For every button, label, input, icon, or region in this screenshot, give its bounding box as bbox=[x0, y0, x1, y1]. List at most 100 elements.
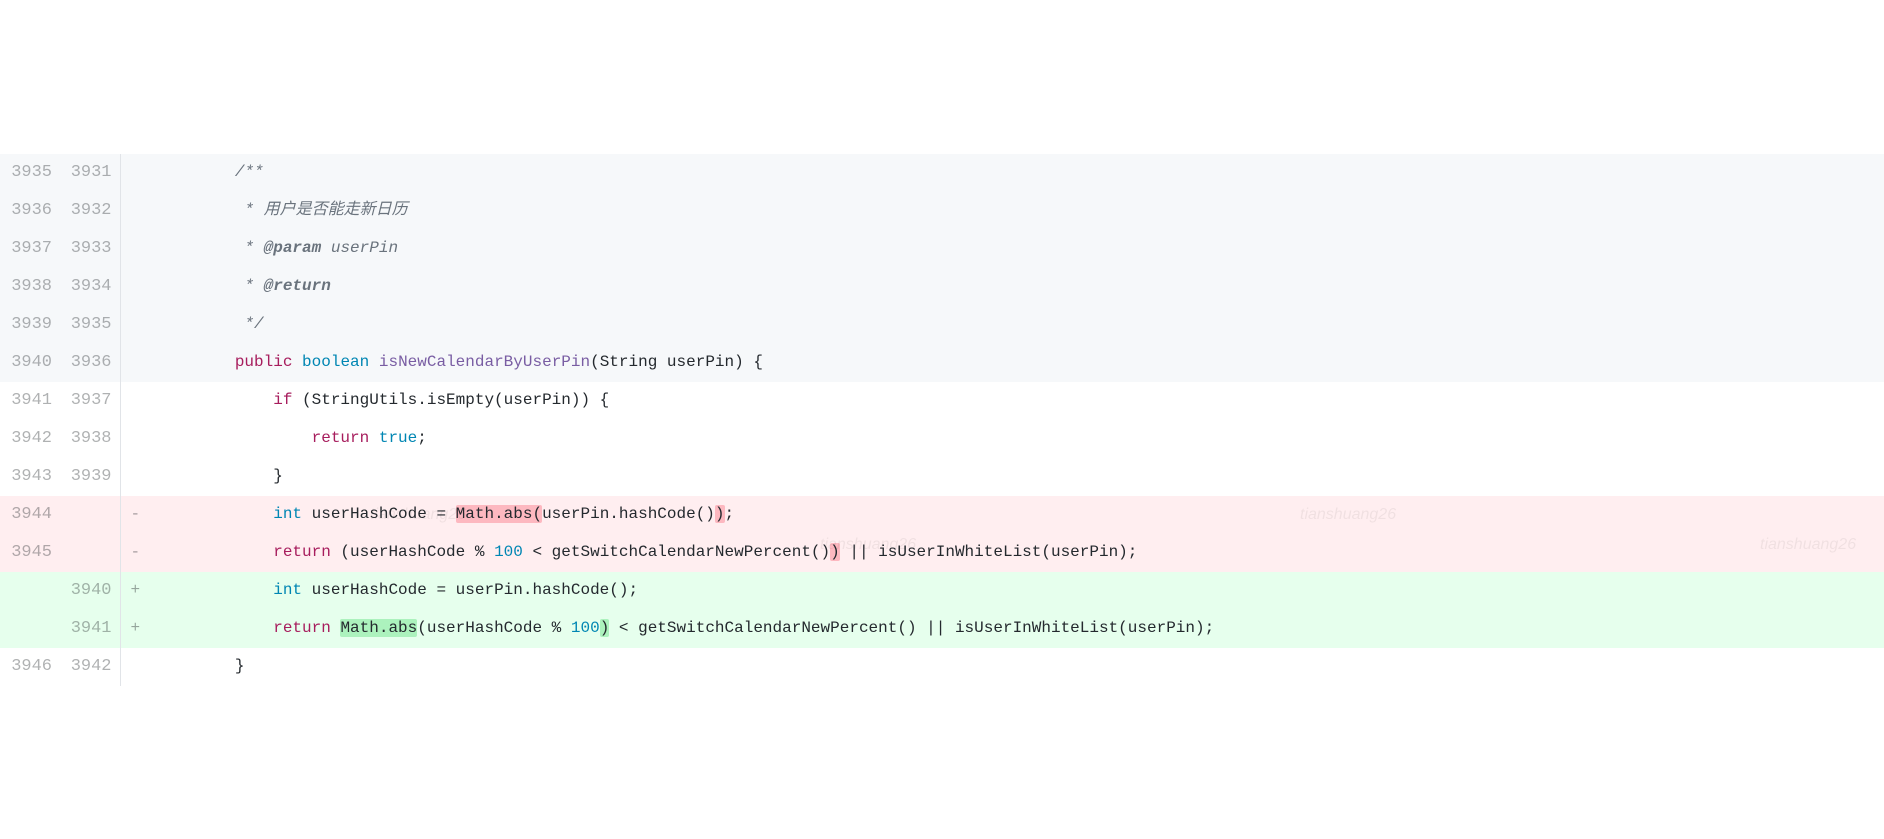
old-line-number[interactable]: 3935 bbox=[0, 154, 60, 192]
old-line-number[interactable]: 3944 bbox=[0, 496, 60, 534]
new-line-number[interactable] bbox=[60, 534, 120, 572]
code-token bbox=[369, 353, 379, 371]
code-content[interactable]: } bbox=[150, 458, 1884, 496]
code-token: if bbox=[273, 391, 292, 409]
code-token bbox=[158, 315, 244, 333]
code-token: userHashCode = bbox=[302, 505, 456, 523]
diff-line: 39433939 } bbox=[0, 458, 1884, 496]
diff-line: 39383934 * @return bbox=[0, 268, 1884, 306]
code-token bbox=[158, 277, 244, 295]
code-content[interactable]: int userHashCode = Math.abs(userPin.hash… bbox=[150, 496, 1884, 534]
new-line-number[interactable]: 3941 bbox=[60, 610, 120, 648]
code-content[interactable]: } bbox=[150, 648, 1884, 686]
new-line-number[interactable]: 3940 bbox=[60, 572, 120, 610]
new-line-number[interactable]: 3942 bbox=[60, 648, 120, 686]
code-token: */ bbox=[244, 315, 263, 333]
old-line-number[interactable] bbox=[0, 610, 60, 648]
diff-sign bbox=[120, 154, 150, 192]
diff-line: 39373933 * @param userPin bbox=[0, 230, 1884, 268]
new-line-number[interactable]: 3934 bbox=[60, 268, 120, 306]
old-line-number[interactable]: 3940 bbox=[0, 344, 60, 382]
diff-sign bbox=[120, 306, 150, 344]
code-token bbox=[369, 429, 379, 447]
code-content[interactable]: return Math.abs(userHashCode % 100) < ge… bbox=[150, 610, 1884, 648]
code-token bbox=[158, 581, 273, 599]
code-content[interactable]: public boolean isNewCalendarByUserPin(St… bbox=[150, 344, 1884, 382]
new-line-number[interactable]: 3939 bbox=[60, 458, 120, 496]
code-token bbox=[158, 353, 235, 371]
diff-sign: - bbox=[120, 496, 150, 534]
code-token: } bbox=[158, 467, 283, 485]
diff-line: 39423938 return true; bbox=[0, 420, 1884, 458]
old-line-number[interactable]: 3939 bbox=[0, 306, 60, 344]
code-token: userHashCode = userPin.hashCode(); bbox=[302, 581, 638, 599]
code-token: ) bbox=[715, 505, 725, 523]
code-content[interactable]: * @return bbox=[150, 268, 1884, 306]
diff-line: 39393935 */ bbox=[0, 306, 1884, 344]
diff-sign bbox=[120, 458, 150, 496]
code-token: return bbox=[273, 619, 331, 637]
code-content[interactable]: */ bbox=[150, 306, 1884, 344]
diff-sign bbox=[120, 268, 150, 306]
code-token: return bbox=[273, 543, 331, 561]
diff-line: 3944 - int userHashCode = Math.abs(userPi… bbox=[0, 496, 1884, 534]
code-token: Math.abs bbox=[340, 619, 417, 637]
new-line-number[interactable]: 3932 bbox=[60, 192, 120, 230]
new-line-number[interactable]: 3933 bbox=[60, 230, 120, 268]
old-line-number[interactable]: 3936 bbox=[0, 192, 60, 230]
new-line-number[interactable]: 3937 bbox=[60, 382, 120, 420]
new-line-number[interactable]: 3935 bbox=[60, 306, 120, 344]
old-line-number[interactable]: 3937 bbox=[0, 230, 60, 268]
code-content[interactable]: /** bbox=[150, 154, 1884, 192]
code-content[interactable]: return true; bbox=[150, 420, 1884, 458]
code-token bbox=[158, 505, 273, 523]
code-token: (userHashCode % bbox=[417, 619, 571, 637]
code-token: return bbox=[312, 429, 370, 447]
code-token: (String userPin) { bbox=[590, 353, 763, 371]
diff-sign: + bbox=[120, 572, 150, 610]
code-token: ) bbox=[830, 543, 840, 561]
diff-line: 3940+ int userHashCode = userPin.hashCod… bbox=[0, 572, 1884, 610]
old-line-number[interactable] bbox=[0, 572, 60, 610]
old-line-number[interactable]: 3938 bbox=[0, 268, 60, 306]
code-token: @param bbox=[264, 239, 322, 257]
new-line-number[interactable]: 3936 bbox=[60, 344, 120, 382]
diff-line: 39353931 /** bbox=[0, 154, 1884, 192]
code-token: * bbox=[244, 277, 263, 295]
diff-line: 39403936 public boolean isNewCalendarByU… bbox=[0, 344, 1884, 382]
code-token bbox=[331, 619, 341, 637]
diff-sign bbox=[120, 420, 150, 458]
code-token: userPin bbox=[321, 239, 398, 257]
diff-line: 39463942 } bbox=[0, 648, 1884, 686]
code-token: < getSwitchCalendarNewPercent() bbox=[523, 543, 830, 561]
diff-sign bbox=[120, 382, 150, 420]
diff-sign: - bbox=[120, 534, 150, 572]
old-line-number[interactable]: 3941 bbox=[0, 382, 60, 420]
diff-line: 39363932 * 用户是否能走新日历 bbox=[0, 192, 1884, 230]
new-line-number[interactable]: 3931 bbox=[60, 154, 120, 192]
old-line-number[interactable]: 3942 bbox=[0, 420, 60, 458]
code-content[interactable]: return (userHashCode % 100 < getSwitchCa… bbox=[150, 534, 1884, 572]
code-content[interactable]: * 用户是否能走新日历 bbox=[150, 192, 1884, 230]
code-token: public bbox=[235, 353, 293, 371]
code-content[interactable]: int userHashCode = userPin.hashCode(); bbox=[150, 572, 1884, 610]
code-token bbox=[292, 353, 302, 371]
code-token bbox=[158, 201, 244, 219]
diff-sign bbox=[120, 344, 150, 382]
new-line-number[interactable] bbox=[60, 496, 120, 534]
old-line-number[interactable]: 3945 bbox=[0, 534, 60, 572]
code-token bbox=[158, 543, 273, 561]
new-line-number[interactable]: 3938 bbox=[60, 420, 120, 458]
code-token: ) bbox=[600, 619, 610, 637]
code-token bbox=[158, 391, 273, 409]
old-line-number[interactable]: 3943 bbox=[0, 458, 60, 496]
code-token: 100 bbox=[494, 543, 523, 561]
code-content[interactable]: if (StringUtils.isEmpty(userPin)) { bbox=[150, 382, 1884, 420]
diff-line: 3941+ return Math.abs(userHashCode % 100… bbox=[0, 610, 1884, 648]
diff-container: 39353931 /**39363932 * 用户是否能走新日历39373933… bbox=[0, 102, 1884, 711]
code-content[interactable]: * @param userPin bbox=[150, 230, 1884, 268]
diff-line: 3945 - return (userHashCode % 100 < getSw… bbox=[0, 534, 1884, 572]
code-token: isNewCalendarByUserPin bbox=[379, 353, 590, 371]
code-token bbox=[158, 619, 273, 637]
old-line-number[interactable]: 3946 bbox=[0, 648, 60, 686]
